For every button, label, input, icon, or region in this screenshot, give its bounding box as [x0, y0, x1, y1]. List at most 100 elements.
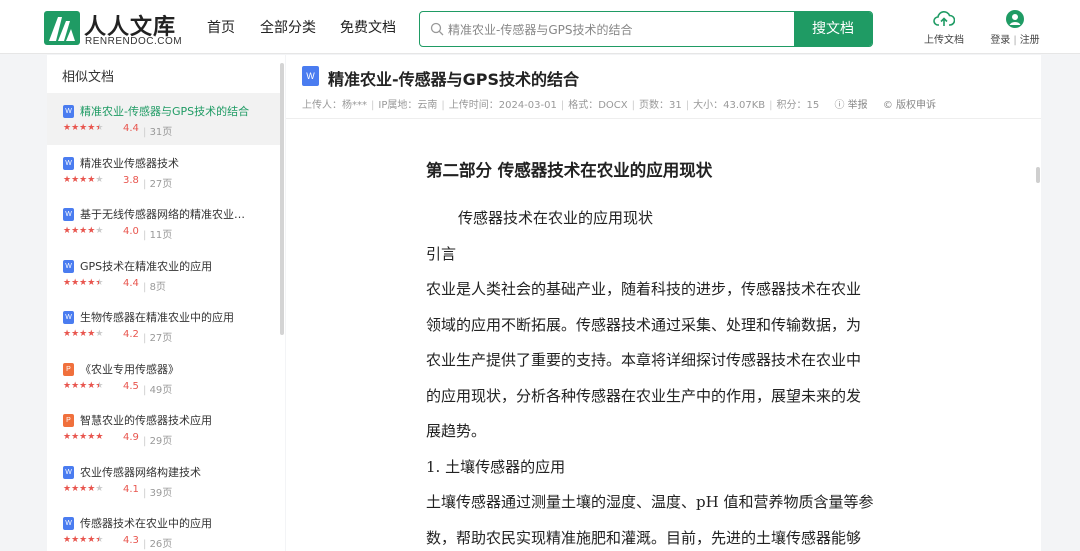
star-icon: ★	[71, 277, 80, 288]
paragraph-line: 展趋势。	[426, 422, 487, 440]
star-icon: ★	[71, 380, 80, 391]
rating-stars: ★★★★★	[63, 226, 103, 236]
logo-domain: RENRENDOC.COM	[85, 36, 183, 47]
page-count: | 8页	[143, 281, 166, 293]
rating-score: 3.8	[123, 174, 139, 186]
star-icon: ★	[95, 483, 104, 494]
star-icon: ★	[71, 226, 80, 236]
paragraph-line: 传感器技术在农业的应用现状	[458, 209, 654, 227]
rating-stars: ★★★★★	[63, 484, 103, 494]
word-file-icon: W	[63, 259, 74, 273]
page-count: | 31页	[143, 127, 173, 138]
nav-free-docs[interactable]: 免费文档	[340, 0, 396, 54]
similar-doc-item[interactable]: W 生物传感器在精准农业中的应用 ★★★★★ 4.2 | 27页	[47, 299, 280, 351]
register-link[interactable]: 注册	[1020, 35, 1040, 46]
star-icon: ★	[63, 380, 72, 391]
meta-format: 格式：DOCX	[568, 100, 628, 111]
similar-doc-item[interactable]: W GPS技术在精准农业的应用 ★★★★★ 4.4 | 8页	[47, 248, 280, 300]
star-icon: ★	[95, 123, 104, 133]
similar-doc-title: 精准农业传感器技术	[80, 156, 179, 170]
similar-doc-item[interactable]: P 智慧农业的传感器技术应用 ★★★★★ 4.9 | 29页	[47, 402, 280, 454]
similar-doc-title: 智慧农业的传感器技术应用	[80, 414, 212, 427]
page-count: | 29页	[143, 436, 173, 447]
meta-size: 大小：43.07KB	[693, 100, 766, 111]
document-meta: 上传人：杨*** | IP属地：云南 | 上传时间：2024-03-01 | 格式：DOCX…	[302, 100, 937, 111]
star-icon: ★	[95, 380, 104, 391]
pdf-file-icon: P	[63, 362, 74, 376]
similar-doc-item[interactable]: W 基于无线传感器网络的精准农业… ★★★★★ 4.0 | 11页	[47, 196, 280, 248]
page-count: | 27页	[143, 178, 173, 190]
login-link[interactable]: 登录	[990, 35, 1010, 46]
sidebar-scrollbar[interactable]	[280, 63, 284, 335]
meta-pages: 页数：31	[639, 100, 682, 111]
similar-doc-item[interactable]: P 《农业专用传感器》 ★★★★★ 4.5 | 49页	[47, 351, 280, 403]
paragraph-line: 的应用现状，分析各种传感器在农业生产中的作用，展望未来的发	[426, 386, 862, 405]
star-icon: ★	[95, 432, 104, 442]
star-icon: ★	[95, 535, 104, 545]
rating-score: 4.0	[123, 226, 139, 237]
similar-doc-title: 生物传感器在精准农业中的应用	[80, 311, 234, 324]
star-icon: ★	[71, 329, 80, 339]
star-icon: ★	[71, 174, 80, 185]
upload-button[interactable]: 上传文档	[920, 10, 968, 46]
rating-score: 4.5	[123, 380, 139, 392]
divider: |	[1013, 35, 1017, 46]
similar-doc-title: 精准农业-传感器与GPS技术的结合	[80, 105, 250, 118]
page-count: | 27页	[143, 333, 173, 344]
paragraph-line: 1. 土壤传感器的应用	[426, 457, 566, 476]
rating-stars: ★★★★★	[63, 278, 103, 288]
paragraph-line: 引言	[426, 244, 457, 263]
copyright-appeal-button[interactable]: © 版权申诉	[883, 100, 936, 111]
meta-upload-time: 上传时间：2024-03-01	[448, 100, 557, 111]
rating-stars: ★★★★★	[63, 329, 103, 339]
word-file-icon: W	[63, 156, 74, 170]
copyright-icon: ©	[882, 100, 893, 111]
document-header: W 精准农业-传感器与GPS技术的结合 上传人：杨*** | IP属地：云南 | 上传时…	[286, 55, 1041, 119]
page-count: | 39页	[143, 487, 173, 499]
document-title: 精准农业-传感器与GPS技术的结合	[328, 70, 580, 89]
similar-doc-item[interactable]: W 传感器技术在农业中的应用 ★★★★★ 4.3 | 26页	[47, 505, 280, 551]
star-icon: ★	[63, 226, 72, 236]
similar-doc-item[interactable]: W 农业传感器网络构建技术 ★★★★★ 4.1 | 39页	[47, 454, 280, 506]
rating-stars: ★★★★★	[63, 381, 103, 391]
paragraph-line: 农业是人类社会的基础产业，随着科技的进步，传感器技术在农业	[426, 280, 862, 298]
star-icon: ★	[71, 123, 80, 133]
nav-home[interactable]: 首页	[207, 0, 235, 54]
top-header: 人人文库 RENRENDOC.COM 首页 全部分类 免费文档 搜文档 上传文档…	[0, 0, 1080, 54]
sidebar-title: 相似文档	[62, 70, 115, 85]
rating-score: 4.2	[123, 329, 139, 340]
pdf-file-icon: P	[63, 414, 74, 427]
nav-all-categories[interactable]: 全部分类	[260, 0, 316, 54]
similar-doc-item[interactable]: W 精准农业传感器技术 ★★★★★ 3.8 | 27页	[47, 145, 280, 197]
rating-stars: ★★★★★	[63, 175, 103, 185]
star-icon: ★	[63, 535, 72, 545]
upload-label: 上传文档	[924, 35, 964, 46]
paragraph-line: 领域的应用不断拓展。传感器技术通过采集、处理和传输数据，为	[426, 315, 862, 334]
similar-doc-item[interactable]: W 精准农业-传感器与GPS技术的结合 ★★★★★ 4.4 | 31页	[47, 93, 280, 145]
similar-doc-title: GPS技术在精准农业的应用	[80, 259, 213, 273]
rating-stars: ★★★★★	[63, 535, 103, 545]
page-count: | 26页	[143, 539, 173, 550]
report-label: 举报	[847, 100, 868, 111]
star-icon: ★	[71, 483, 80, 494]
report-button[interactable]: ⓘ 举报	[834, 100, 867, 111]
rating-score: 4.4	[123, 277, 139, 289]
search-input[interactable]	[448, 12, 808, 46]
document-body: 传感器技术在农业的应用现状 引言农业是人类社会的基础产业，随着科技的进步，传感器技…	[426, 201, 902, 551]
page-count: | 49页	[143, 384, 173, 396]
word-file-icon: W	[63, 311, 74, 324]
document-scrollbar[interactable]	[1036, 167, 1040, 183]
rating-score: 4.4	[123, 123, 139, 134]
user-avatar-icon	[1006, 10, 1024, 28]
star-icon: ★	[95, 226, 104, 236]
search-button[interactable]: 搜文档	[794, 12, 872, 46]
word-file-icon: W	[302, 66, 319, 86]
rating-score: 4.1	[123, 483, 139, 495]
star-icon: ★	[71, 432, 80, 442]
site-logo[interactable]: 人人文库 RENRENDOC.COM	[44, 9, 194, 49]
rating-stars: ★★★★★	[63, 432, 103, 442]
star-icon: ★	[63, 174, 72, 185]
rating-score: 4.3	[123, 535, 139, 546]
star-icon: ★	[95, 277, 104, 288]
search-icon	[430, 22, 444, 36]
